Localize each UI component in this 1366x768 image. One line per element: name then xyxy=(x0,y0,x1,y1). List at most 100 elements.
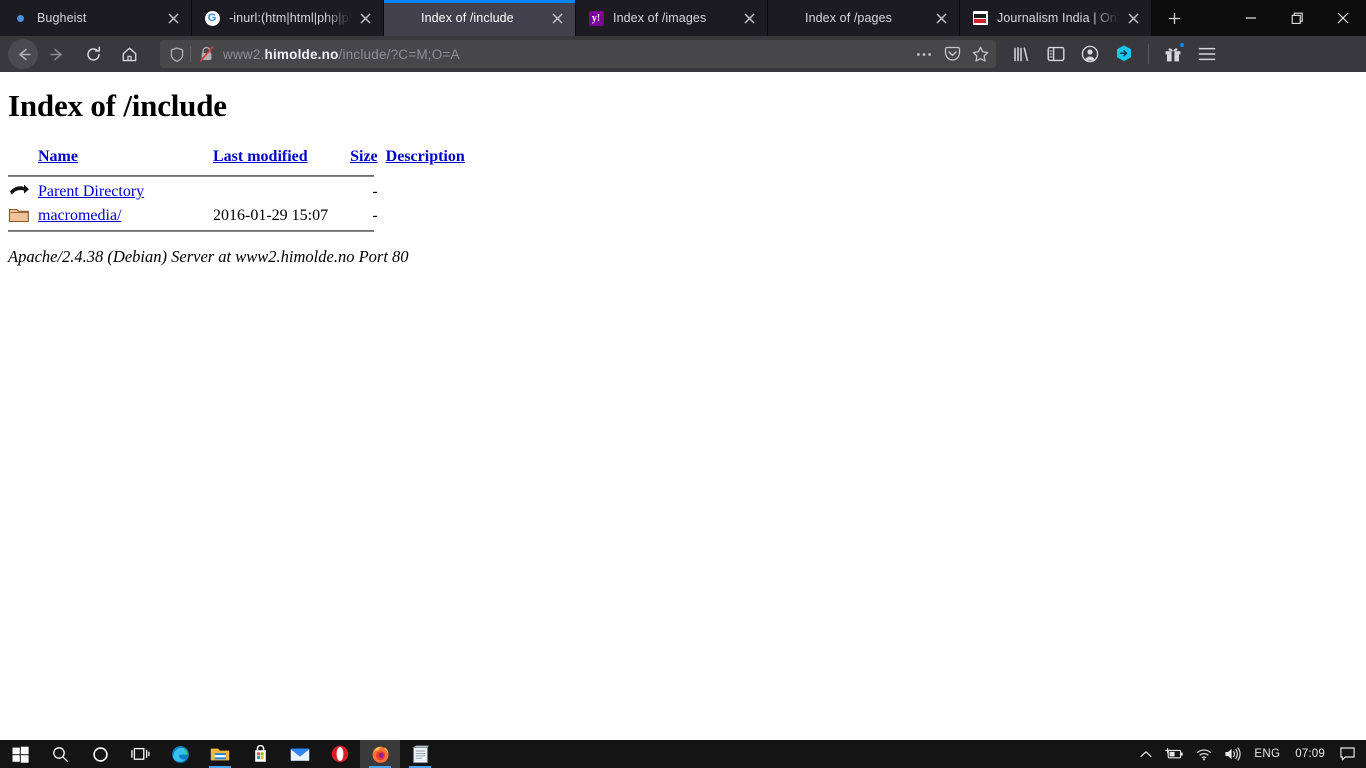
home-button[interactable] xyxy=(112,39,146,69)
clock[interactable]: 07:09 xyxy=(1287,740,1333,768)
browser-window: Bugheist G -inurl:(htm|html|php|pls Inde… xyxy=(0,0,1366,740)
address-bar[interactable]: www2.himolde.no/include/?C=M;O=A xyxy=(160,40,996,68)
sort-by-description-link[interactable]: Description xyxy=(386,148,465,165)
language-indicator[interactable]: ENG xyxy=(1247,740,1287,768)
parent-directory-link[interactable]: Parent Directory xyxy=(38,183,144,200)
close-icon[interactable] xyxy=(355,8,375,28)
header-icon-cell xyxy=(8,148,38,172)
blank-favicon xyxy=(396,10,412,26)
extension-button[interactable] xyxy=(1108,39,1140,69)
file-explorer-button[interactable] xyxy=(200,740,240,768)
wifi-icon xyxy=(1197,749,1212,760)
divider xyxy=(190,46,191,62)
table-row[interactable]: Parent Directory - xyxy=(8,180,482,204)
insecure-lock-icon[interactable] xyxy=(195,46,217,62)
tab-title: Index of /images xyxy=(613,11,707,25)
windows-taskbar: ENG 07:09 xyxy=(0,740,1366,768)
notepad-icon xyxy=(411,744,429,763)
sidebar-button[interactable] xyxy=(1040,39,1072,69)
shield-icon[interactable] xyxy=(166,46,188,62)
tab-index-of-images[interactable]: y! Index of /images xyxy=(576,0,768,36)
close-icon[interactable] xyxy=(1123,8,1143,28)
forward-button[interactable] xyxy=(40,39,74,69)
row-size-cell: - xyxy=(372,183,378,200)
gift-button[interactable] xyxy=(1157,39,1189,69)
reload-icon xyxy=(86,45,100,61)
extension-icon xyxy=(1117,45,1131,62)
site-identity-box[interactable] xyxy=(166,46,217,62)
battery-charging-icon xyxy=(1165,748,1184,759)
row-modified-cell: 2016-01-29 15:07 xyxy=(213,206,329,224)
reload-button[interactable] xyxy=(76,39,110,69)
row-modified-cell xyxy=(213,180,350,204)
account-button[interactable] xyxy=(1074,39,1106,69)
firefox-button[interactable] xyxy=(360,740,400,768)
page-actions-button[interactable] xyxy=(910,41,938,67)
restore-button[interactable] xyxy=(1274,0,1320,36)
folder-icon xyxy=(8,208,29,223)
tab-google-search[interactable]: G -inurl:(htm|html|php|pls xyxy=(192,0,384,36)
mail-icon xyxy=(290,747,310,761)
server-signature: Apache/2.4.38 (Debian) Server at www2.hi… xyxy=(8,247,409,266)
parent-directory-icon xyxy=(10,184,29,195)
bookmark-star-button[interactable] xyxy=(966,41,994,67)
tab-title: Journalism India | Online xyxy=(997,11,1119,25)
tab-index-of-include[interactable]: Index of /include xyxy=(384,0,576,36)
pocket-button[interactable] xyxy=(938,41,966,67)
close-icon[interactable] xyxy=(739,8,759,28)
tray-overflow-button[interactable] xyxy=(1134,740,1158,768)
header-rule-cell xyxy=(8,172,482,180)
minimize-button[interactable] xyxy=(1228,0,1274,36)
table-row[interactable]: macromedia/ 2016-01-29 15:07 - xyxy=(8,204,482,227)
cortana-button[interactable] xyxy=(80,740,120,768)
tab-journalism-india[interactable]: Journalism India | Online xyxy=(960,0,1152,36)
close-icon[interactable] xyxy=(931,8,951,28)
close-icon[interactable] xyxy=(163,8,183,28)
plus-icon xyxy=(1168,12,1180,24)
task-view-button[interactable] xyxy=(120,740,160,768)
edge-button[interactable] xyxy=(160,740,200,768)
action-center-button[interactable] xyxy=(1333,740,1364,768)
navigation-toolbar: www2.himolde.no/include/?C=M;O=A xyxy=(0,36,1366,72)
app-menu-button[interactable] xyxy=(1191,39,1223,69)
firefox-icon xyxy=(372,746,389,763)
browser-toolbar-actions xyxy=(1006,39,1223,69)
minimize-icon xyxy=(1246,17,1256,19)
blue-dot-icon xyxy=(12,10,28,26)
tab-index-of-pages[interactable]: Index of /pages xyxy=(768,0,960,36)
blank-favicon xyxy=(780,10,796,26)
microsoft-store-button[interactable] xyxy=(240,740,280,768)
row-description-cell xyxy=(386,204,482,227)
mail-button[interactable] xyxy=(280,740,320,768)
start-button[interactable] xyxy=(0,740,40,768)
sort-by-name-link[interactable]: Name xyxy=(38,148,78,165)
footer-rule-row xyxy=(8,227,482,235)
close-button[interactable] xyxy=(1320,0,1366,36)
library-button[interactable] xyxy=(1006,39,1038,69)
row-name-cell: Parent Directory xyxy=(38,180,213,204)
notepad-button[interactable] xyxy=(400,740,440,768)
volume-icon xyxy=(1225,747,1242,761)
sort-by-size-link[interactable]: Size xyxy=(350,148,378,165)
back-button[interactable] xyxy=(8,39,38,69)
header-last-modified: Last modified xyxy=(213,148,350,172)
row-name-cell: macromedia/ xyxy=(38,204,213,227)
header-size: Size xyxy=(350,148,386,172)
sort-by-date-link[interactable]: Last modified xyxy=(213,148,308,165)
row-description-cell xyxy=(386,180,482,204)
system-tray: ENG 07:09 xyxy=(1134,740,1366,768)
search-icon xyxy=(52,746,68,762)
new-tab-button[interactable] xyxy=(1152,0,1196,36)
volume-button[interactable] xyxy=(1218,740,1247,768)
close-icon xyxy=(1337,12,1349,24)
footer-rule-cell xyxy=(8,227,482,235)
search-button[interactable] xyxy=(40,740,80,768)
tab-bugheist[interactable]: Bugheist xyxy=(0,0,192,36)
header-name: Name xyxy=(38,148,213,172)
directory-link-macromedia[interactable]: macromedia/ xyxy=(38,207,122,224)
close-icon[interactable] xyxy=(547,8,567,28)
menu-icon xyxy=(1198,47,1216,61)
network-button[interactable] xyxy=(1190,740,1218,768)
opera-button[interactable] xyxy=(320,740,360,768)
battery-button[interactable] xyxy=(1158,740,1190,768)
